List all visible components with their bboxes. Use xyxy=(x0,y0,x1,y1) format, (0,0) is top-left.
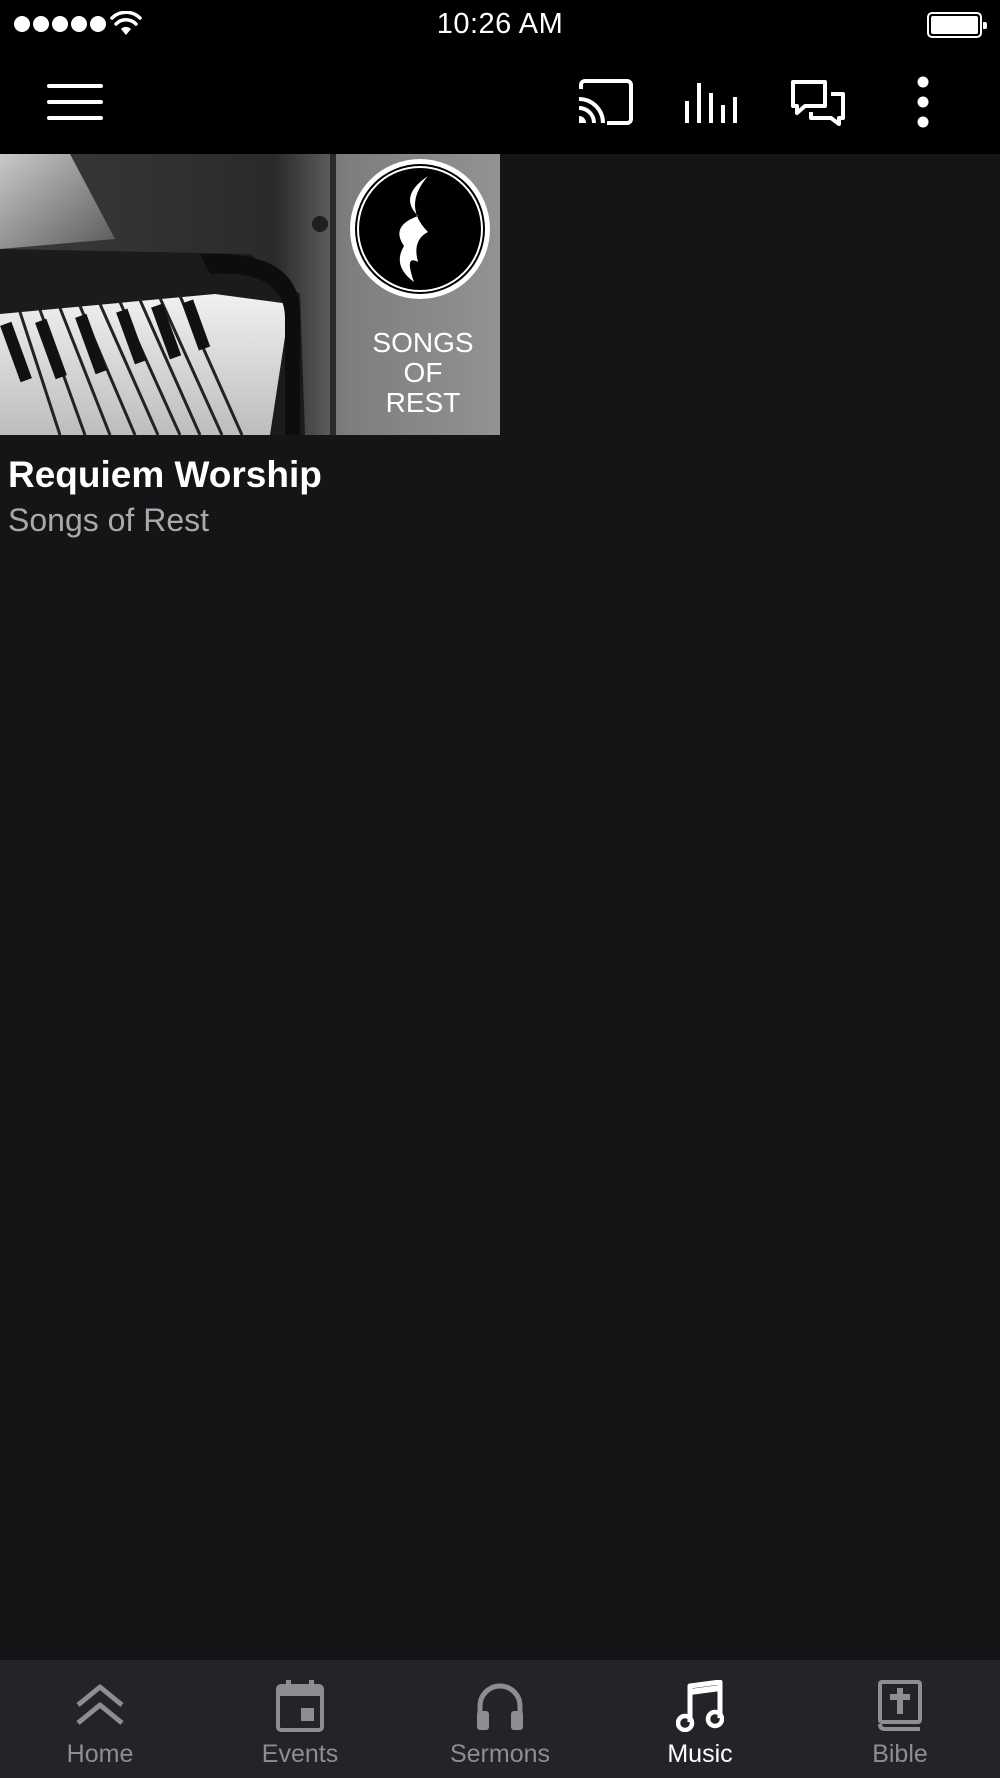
music-albums-grid: SONGS OF REST Requiem Worship Songs of R… xyxy=(0,154,1000,1660)
tab-music[interactable]: Music xyxy=(600,1660,800,1778)
album-title[interactable]: Requiem Worship xyxy=(8,454,322,496)
status-time: 10:26 AM xyxy=(436,8,564,40)
more-options-button[interactable] xyxy=(888,68,958,136)
double-chevron-up-icon xyxy=(70,1678,130,1734)
cover-text-line-1: SONGS xyxy=(372,327,473,358)
cover-text-line-3: REST xyxy=(386,387,461,418)
tab-label-bible: Bible xyxy=(872,1740,928,1768)
tab-label-events: Events xyxy=(261,1740,339,1768)
bottom-tab-bar: Home Events Sermons Music Bible xyxy=(0,1660,1000,1778)
album-subtitle: Songs of Rest xyxy=(8,502,209,538)
cast-button[interactable] xyxy=(570,68,640,136)
tab-sermons[interactable]: Sermons xyxy=(400,1660,600,1778)
equalizer-icon xyxy=(685,83,737,123)
tab-label-music: Music xyxy=(667,1740,733,1768)
album-cover[interactable]: SONGS OF REST xyxy=(0,154,500,435)
bible-icon xyxy=(870,1678,930,1734)
menu-button[interactable] xyxy=(40,68,110,136)
headphones-icon xyxy=(470,1678,530,1734)
album-card[interactable]: SONGS OF REST Requiem Worship Songs of R… xyxy=(0,154,500,544)
tab-events[interactable]: Events xyxy=(200,1660,400,1778)
tab-label-home: Home xyxy=(66,1740,134,1768)
battery-icon xyxy=(927,12,987,38)
tab-bible[interactable]: Bible xyxy=(800,1660,1000,1778)
equalizer-button[interactable] xyxy=(676,68,746,136)
status-bar: 10:26 AM xyxy=(0,0,1000,50)
top-toolbar xyxy=(0,50,1000,154)
tab-label-sermons: Sermons xyxy=(449,1740,551,1768)
calendar-icon xyxy=(270,1678,330,1734)
cover-text-line-2: OF xyxy=(404,357,443,388)
tab-home[interactable]: Home xyxy=(0,1660,200,1778)
chat-button[interactable] xyxy=(782,68,852,136)
music-note-icon xyxy=(670,1678,730,1734)
menu-icon xyxy=(47,84,103,120)
cast-icon xyxy=(578,79,633,125)
chat-icon xyxy=(791,80,845,126)
album-cover-image: SONGS OF REST xyxy=(0,154,500,435)
more-vertical-icon xyxy=(917,76,929,128)
